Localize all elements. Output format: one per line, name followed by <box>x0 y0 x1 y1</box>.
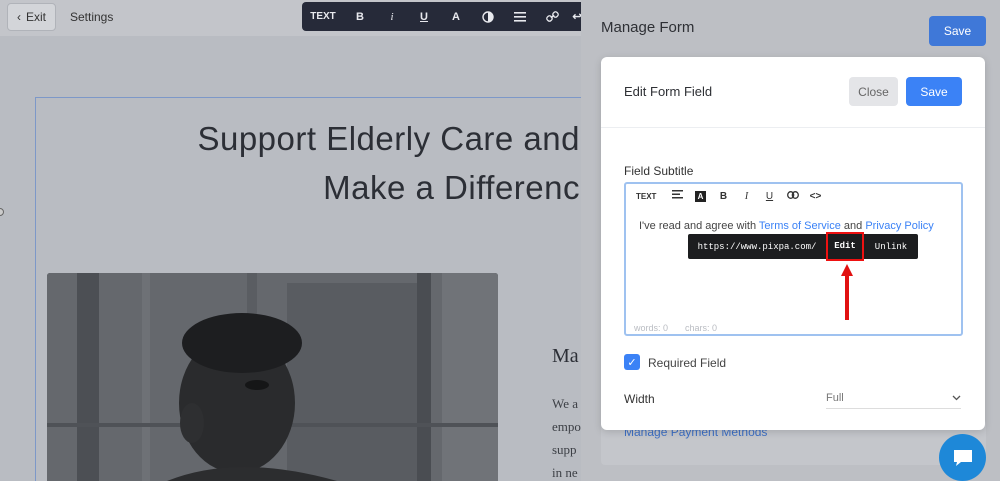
terms-link[interactable]: Terms of Service <box>759 220 841 232</box>
bold-button[interactable]: B <box>344 11 376 23</box>
page-headline[interactable]: Support Elderly Care and Make a Differen… <box>60 114 580 212</box>
font-color-button[interactable]: A <box>695 190 706 202</box>
text-style-button[interactable]: TEXT <box>636 192 666 201</box>
section-body-text: We a empo supp in ne <box>552 396 581 480</box>
close-button[interactable]: Close <box>849 77 898 106</box>
text-format-toolbar: TEXT B i U A ↩ <box>302 2 602 31</box>
manage-form-save-button[interactable]: Save <box>929 16 986 46</box>
italic-button[interactable]: I <box>735 191 758 202</box>
save-button[interactable]: Save <box>906 77 962 106</box>
manage-form-title: Manage Form <box>601 19 695 36</box>
char-count: chars: 0 <box>685 323 718 333</box>
dialog-divider <box>601 127 985 128</box>
bold-button[interactable]: B <box>712 191 735 202</box>
word-count: words: 0 <box>634 323 669 333</box>
red-arrow-annotation <box>841 264 853 320</box>
text-style-button[interactable]: TEXT <box>310 11 336 22</box>
required-field-label: Required Field <box>648 356 727 370</box>
width-select[interactable]: Full <box>826 387 961 409</box>
contrast-icon[interactable] <box>472 10 504 23</box>
link-url[interactable]: https://www.pixpa.com/ <box>688 242 826 252</box>
chevron-left-icon: ‹ <box>17 10 21 24</box>
underline-button[interactable]: U <box>758 191 781 202</box>
field-subtitle-label: Field Subtitle <box>624 164 694 178</box>
unlink-button[interactable]: Unlink <box>864 242 918 252</box>
code-icon[interactable]: <> <box>804 191 827 202</box>
section-heading: Ma <box>552 345 579 367</box>
chevron-down-icon <box>952 392 961 404</box>
exit-label: Exit <box>26 10 47 24</box>
chat-bubble-icon <box>953 449 972 466</box>
italic-button[interactable]: i <box>376 11 408 23</box>
editor-counts: words: 0 chars: 0 <box>634 323 717 333</box>
width-selected-value: Full <box>826 391 844 404</box>
dialog-title: Edit Form Field <box>624 84 713 99</box>
subtitle-rich-text-editor[interactable]: TEXT A B I U <> I've read and agree with… <box>624 182 963 336</box>
editor-toolbar: TEXT A B I U <> <box>636 190 827 202</box>
font-color-button[interactable]: A <box>440 11 472 23</box>
link-icon[interactable] <box>536 10 568 23</box>
required-field-checkbox[interactable]: ✓ <box>624 354 640 370</box>
settings-link[interactable]: Settings <box>70 10 113 24</box>
underline-button[interactable]: U <box>408 11 440 23</box>
exit-button[interactable]: ‹ Exit <box>7 3 57 31</box>
link-icon[interactable] <box>781 190 804 202</box>
width-label: Width <box>624 392 655 406</box>
link-tooltip-popup: https://www.pixpa.com/ Edit Unlink <box>688 231 918 261</box>
edit-link-button[interactable]: Edit <box>826 231 864 261</box>
editor-content[interactable]: I've read and agree with Terms of Servic… <box>639 220 934 232</box>
boy-portrait-image[interactable] <box>47 273 498 481</box>
editor-topbar: ‹ Exit Settings TEXT B i U A ↩ <box>0 0 602 36</box>
chat-widget-button[interactable] <box>939 434 986 481</box>
align-icon[interactable] <box>666 190 689 202</box>
privacy-link[interactable]: Privacy Policy <box>865 220 933 232</box>
align-icon[interactable] <box>504 11 536 22</box>
